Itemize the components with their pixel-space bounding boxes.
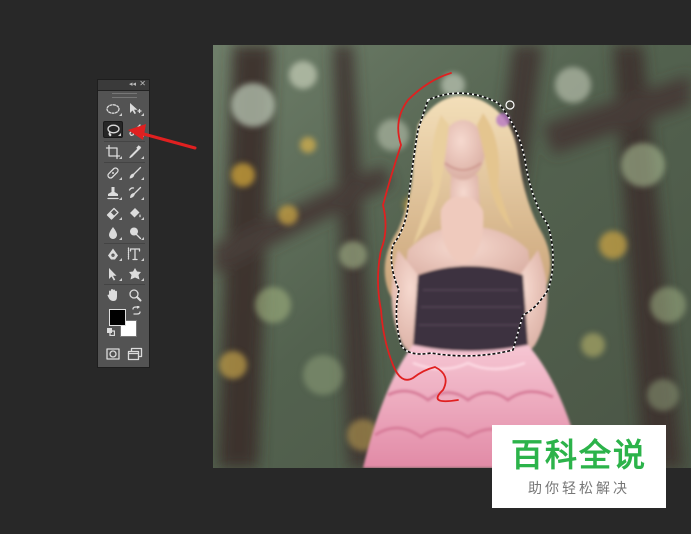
move-tool[interactable] bbox=[125, 100, 145, 117]
move-arrow-icon bbox=[130, 102, 142, 114]
magnifier-icon bbox=[129, 288, 142, 301]
quick-mask-button[interactable] bbox=[103, 345, 123, 362]
tool-separator bbox=[104, 284, 145, 285]
tool-separator bbox=[104, 141, 145, 142]
screen-mode-icon bbox=[127, 347, 143, 360]
crop-icon bbox=[105, 144, 121, 159]
dodge-tool[interactable] bbox=[125, 224, 145, 241]
ellipse-dashed-icon bbox=[106, 103, 120, 114]
bandage-icon bbox=[107, 166, 119, 179]
pen-nib-icon bbox=[108, 248, 118, 259]
screen-mode-button[interactable] bbox=[125, 345, 145, 362]
drop-icon bbox=[108, 226, 118, 239]
panel-grip[interactable] bbox=[112, 93, 137, 98]
eraser-icon bbox=[106, 207, 119, 220]
dodge-icon bbox=[130, 227, 142, 239]
history-brush-tool[interactable] bbox=[125, 184, 145, 201]
document-canvas[interactable] bbox=[213, 45, 691, 468]
close-icon[interactable]: ✕ bbox=[139, 79, 146, 89]
lasso-tool[interactable] bbox=[103, 121, 123, 138]
hand-tool[interactable] bbox=[103, 286, 123, 303]
type-tool[interactable] bbox=[125, 245, 145, 262]
clone-stamp-tool[interactable] bbox=[103, 184, 123, 201]
brush-tool[interactable] bbox=[125, 164, 145, 181]
eraser-tool[interactable] bbox=[103, 204, 123, 221]
zoom-tool[interactable] bbox=[125, 286, 145, 303]
bucket-icon bbox=[130, 207, 141, 217]
arrow-pointer-icon bbox=[109, 267, 117, 280]
stamp-icon bbox=[107, 186, 119, 199]
tool-separator bbox=[104, 162, 145, 163]
paint-bucket-tool[interactable] bbox=[125, 204, 145, 221]
eyedropper-tool[interactable] bbox=[125, 143, 145, 160]
blur-tool[interactable] bbox=[103, 224, 123, 241]
panel-header[interactable]: ◂◂ ✕ bbox=[98, 79, 149, 91]
tools-panel: ◂◂ ✕ bbox=[97, 79, 150, 368]
custom-shape-tool[interactable] bbox=[125, 265, 145, 282]
foreground-color-swatch[interactable] bbox=[109, 309, 126, 326]
photo-girl-forest bbox=[213, 45, 691, 468]
elliptical-marquee-tool[interactable] bbox=[103, 100, 123, 117]
quick-selection-brush-icon bbox=[129, 123, 141, 136]
watermark-title: 百科全说 bbox=[510, 436, 647, 474]
eyedropper-icon bbox=[129, 144, 142, 158]
history-brush-icon bbox=[128, 186, 142, 198]
watermark-subtitle: 助你轻松解决 bbox=[528, 481, 630, 497]
swap-colors-icon[interactable] bbox=[132, 306, 141, 315]
baike-watermark: 百科全说 助你轻松解决 bbox=[492, 425, 666, 508]
pen-tool[interactable] bbox=[103, 245, 123, 262]
brush-icon bbox=[129, 166, 142, 178]
quick-selection-tool[interactable] bbox=[125, 121, 145, 138]
hand-icon bbox=[107, 288, 117, 301]
path-selection-tool[interactable] bbox=[103, 265, 123, 282]
default-colors-icon[interactable] bbox=[107, 328, 115, 336]
quick-mask-icon bbox=[106, 347, 120, 360]
lasso-icon bbox=[107, 124, 120, 136]
collapse-panel-icon[interactable]: ◂◂ bbox=[129, 79, 136, 89]
spot-healing-tool[interactable] bbox=[103, 164, 123, 181]
crop-tool[interactable] bbox=[103, 143, 123, 160]
type-t-icon bbox=[127, 246, 141, 261]
tool-separator bbox=[104, 243, 145, 244]
shape-blob-icon bbox=[129, 267, 141, 279]
